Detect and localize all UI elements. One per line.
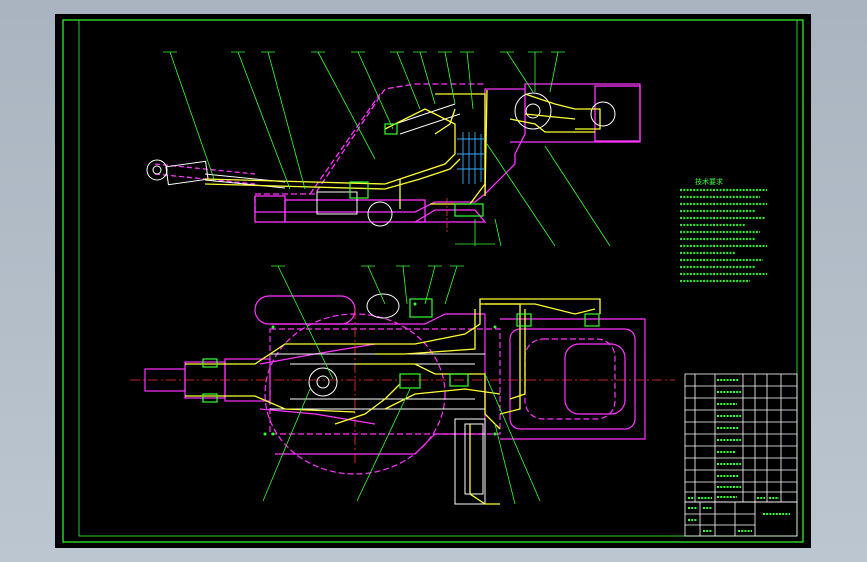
title-block — [684, 501, 798, 537]
title-block-text — [688, 507, 790, 532]
tech-notes: 技术要求 — [680, 177, 767, 283]
plan-view — [130, 265, 675, 505]
cad-drawing: 技术要求 — [62, 19, 804, 543]
parts-list — [684, 373, 798, 503]
tech-notes-body — [680, 188, 767, 283]
cad-drawing-canvas: 技术要求 — [55, 14, 811, 548]
tech-notes-heading: 技术要求 — [695, 177, 723, 186]
elevation-leaders — [163, 51, 611, 247]
inner-frame — [78, 19, 798, 537]
elevation-view — [146, 83, 641, 245]
